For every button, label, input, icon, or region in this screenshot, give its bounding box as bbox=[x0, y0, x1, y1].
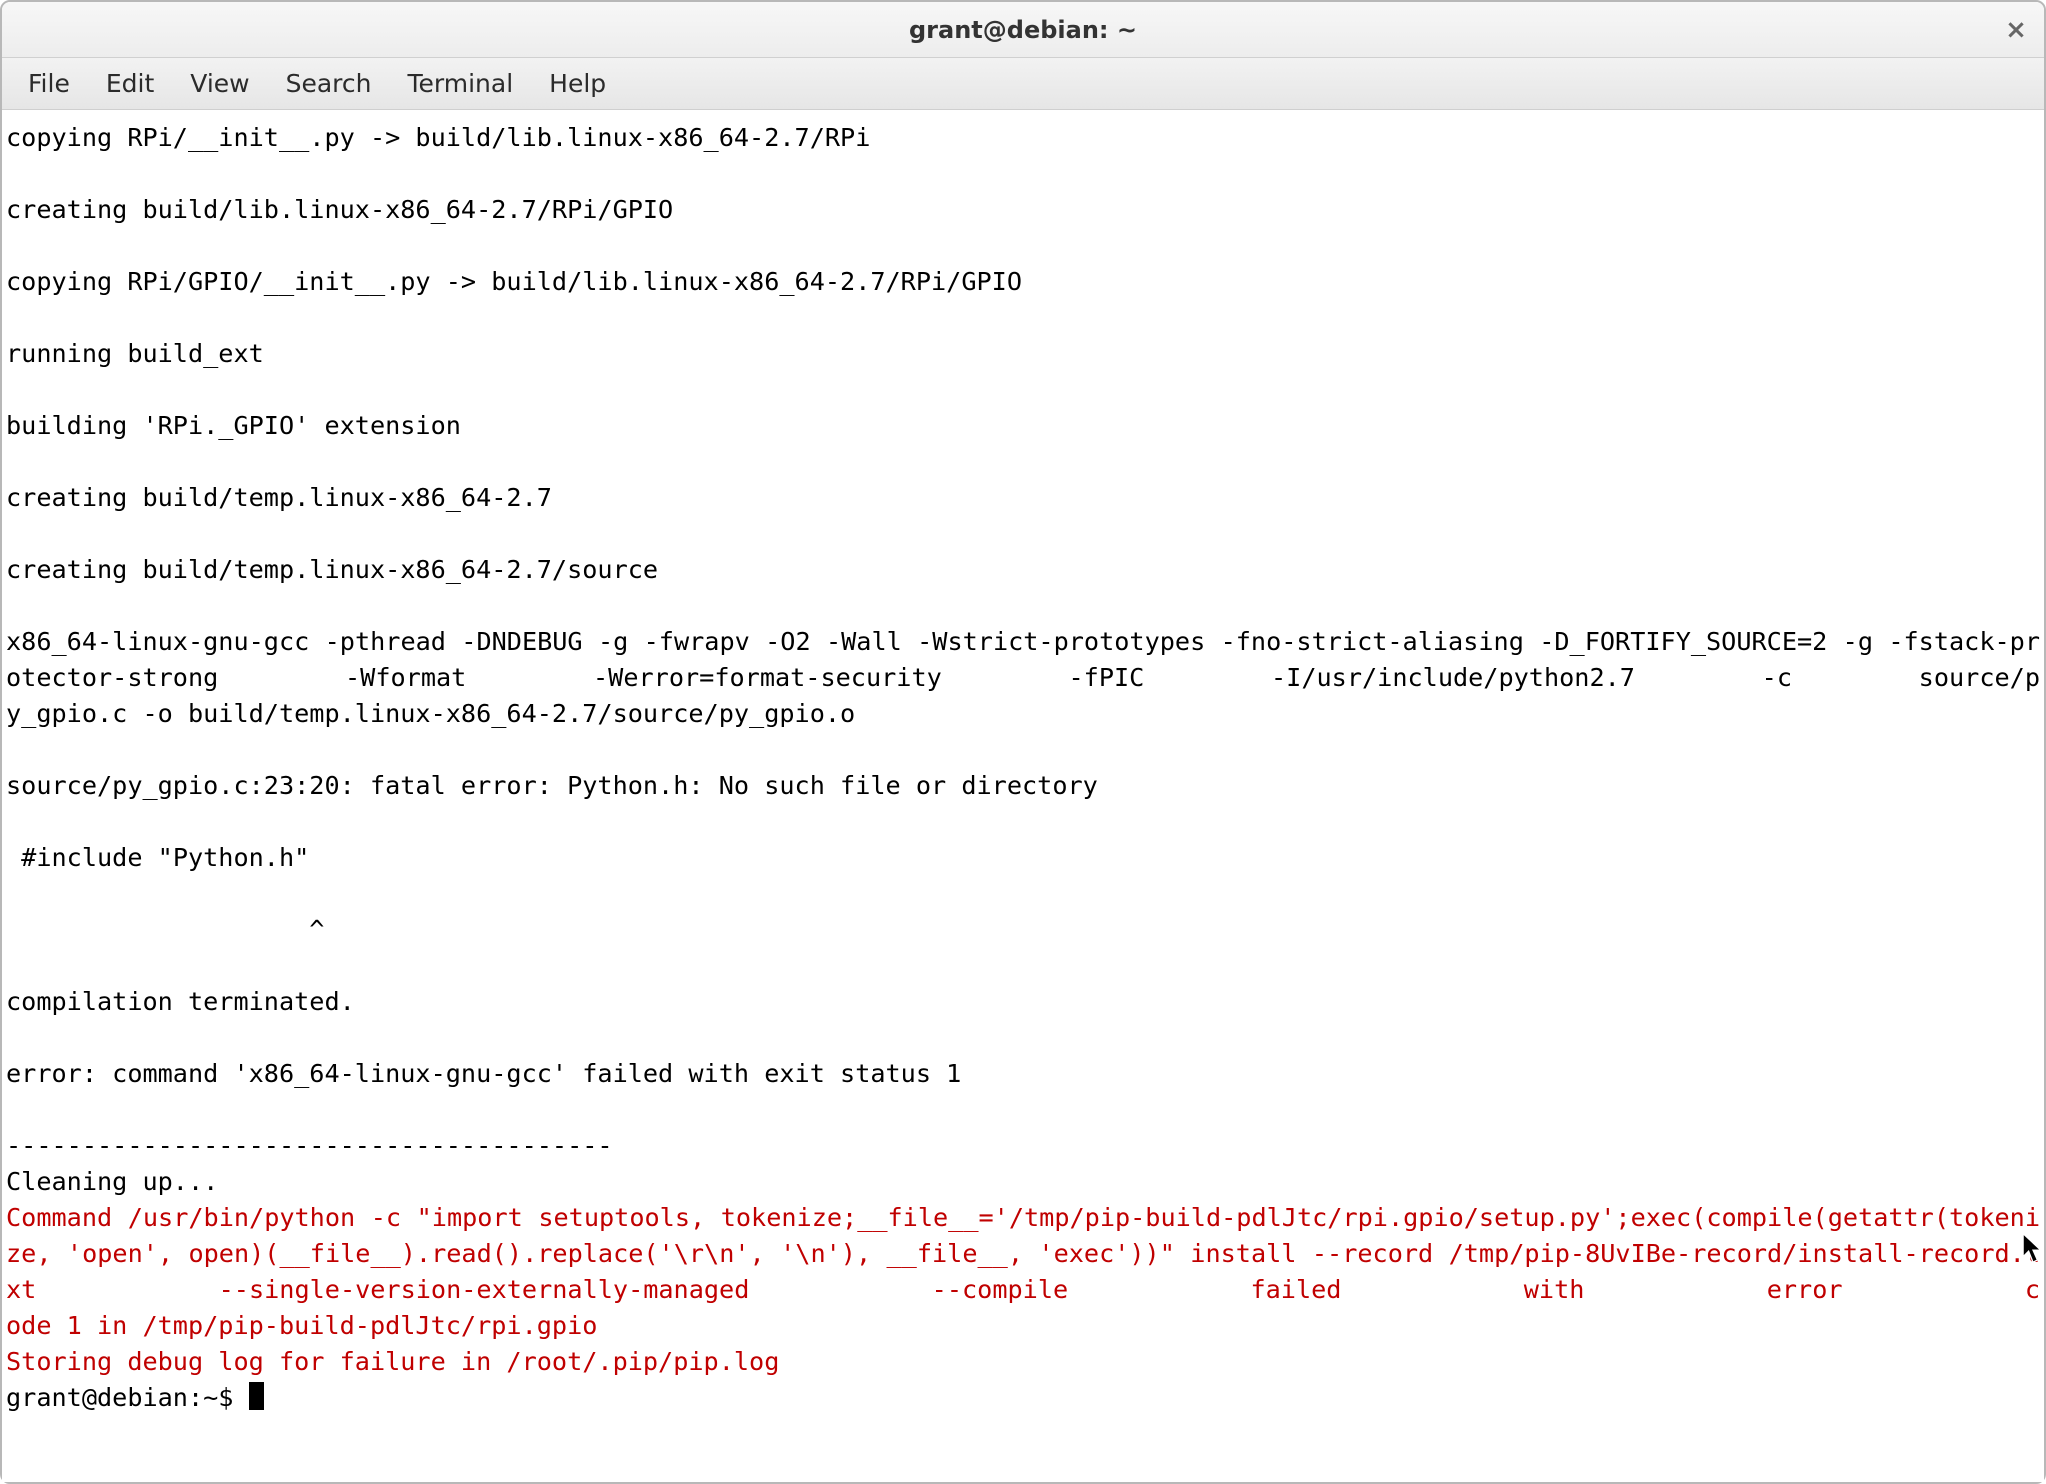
menu-edit[interactable]: Edit bbox=[88, 63, 172, 104]
terminal-line bbox=[6, 876, 2040, 912]
terminal-window: grant@debian: ~ × File Edit View Search … bbox=[0, 0, 2046, 1484]
terminal-line bbox=[6, 948, 2040, 984]
terminal-line: ode 1 in /tmp/pip-build-pdlJtc/rpi.gpio bbox=[6, 1308, 2040, 1344]
terminal-line bbox=[6, 228, 2040, 264]
terminal-line: building 'RPi._GPIO' extension bbox=[6, 408, 2040, 444]
terminal-line: Storing debug log for failure in /root/.… bbox=[6, 1344, 2040, 1380]
window-title: grant@debian: ~ bbox=[909, 16, 1137, 44]
terminal-line: ^ bbox=[6, 912, 2040, 948]
terminal-body[interactable]: copying RPi/__init__.py -> build/lib.lin… bbox=[2, 110, 2044, 1482]
terminal-content[interactable]: copying RPi/__init__.py -> build/lib.lin… bbox=[6, 120, 2040, 1416]
menu-search[interactable]: Search bbox=[268, 63, 390, 104]
terminal-line bbox=[6, 588, 2040, 624]
terminal-line: running build_ext bbox=[6, 336, 2040, 372]
terminal-line bbox=[6, 1092, 2040, 1128]
terminal-line bbox=[6, 300, 2040, 336]
terminal-line: Command /usr/bin/python -c "import setup… bbox=[6, 1200, 2040, 1308]
prompt-text: grant@debian:~$ bbox=[6, 1383, 249, 1412]
terminal-prompt[interactable]: grant@debian:~$ bbox=[6, 1380, 2040, 1416]
terminal-line: y_gpio.c -o build/temp.linux-x86_64-2.7/… bbox=[6, 696, 2040, 732]
text-cursor-icon bbox=[249, 1382, 264, 1410]
menu-terminal[interactable]: Terminal bbox=[389, 63, 531, 104]
terminal-line bbox=[6, 1020, 2040, 1056]
terminal-line: #include "Python.h" bbox=[6, 840, 2040, 876]
terminal-line: Cleaning up... bbox=[6, 1164, 2040, 1200]
terminal-line bbox=[6, 372, 2040, 408]
menu-file[interactable]: File bbox=[10, 63, 88, 104]
menu-view[interactable]: View bbox=[172, 63, 267, 104]
terminal-line: creating build/temp.linux-x86_64-2.7/sou… bbox=[6, 552, 2040, 588]
menu-help[interactable]: Help bbox=[531, 63, 624, 104]
close-icon[interactable]: × bbox=[2002, 16, 2030, 44]
terminal-line: ---------------------------------------- bbox=[6, 1128, 2040, 1164]
terminal-line bbox=[6, 732, 2040, 768]
terminal-line bbox=[6, 156, 2040, 192]
titlebar[interactable]: grant@debian: ~ × bbox=[2, 2, 2044, 58]
terminal-line: compilation terminated. bbox=[6, 984, 2040, 1020]
terminal-line: source/py_gpio.c:23:20: fatal error: Pyt… bbox=[6, 768, 2040, 804]
terminal-line: creating build/lib.linux-x86_64-2.7/RPi/… bbox=[6, 192, 2040, 228]
terminal-line: creating build/temp.linux-x86_64-2.7 bbox=[6, 480, 2040, 516]
terminal-line: copying RPi/__init__.py -> build/lib.lin… bbox=[6, 120, 2040, 156]
terminal-line: error: command 'x86_64-linux-gnu-gcc' fa… bbox=[6, 1056, 2040, 1092]
terminal-line bbox=[6, 444, 2040, 480]
terminal-line: x86_64-linux-gnu-gcc -pthread -DNDEBUG -… bbox=[6, 624, 2040, 696]
terminal-line bbox=[6, 804, 2040, 840]
terminal-line: copying RPi/GPIO/__init__.py -> build/li… bbox=[6, 264, 2040, 300]
menubar: File Edit View Search Terminal Help bbox=[2, 58, 2044, 110]
terminal-line bbox=[6, 516, 2040, 552]
